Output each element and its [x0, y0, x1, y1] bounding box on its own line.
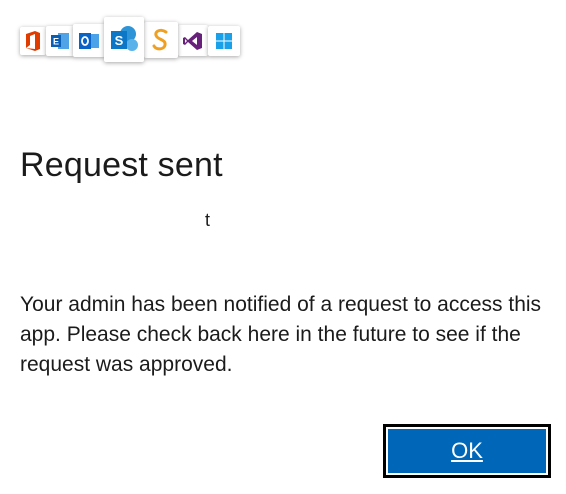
account-name-visible-fragment: t: [205, 210, 211, 230]
page-title: Request sent: [20, 146, 223, 184]
sharepoint-icon: S: [104, 17, 144, 62]
visual-studio-icon: [178, 25, 208, 56]
svg-text:E: E: [53, 37, 59, 47]
windows-icon: [208, 26, 240, 56]
exchange-icon: E: [46, 26, 74, 56]
swagger-icon: [144, 22, 178, 58]
svg-text:S: S: [115, 33, 124, 48]
outlook-icon: [73, 24, 105, 57]
account-email-line: [20, 240, 220, 263]
request-sent-page: E S Request sent t Your admin has been n…: [0, 0, 566, 494]
account-name-line: t: [20, 210, 210, 231]
redacted-text: [20, 240, 220, 258]
ok-button[interactable]: OK: [383, 424, 551, 478]
app-icons-strip: E S: [20, 14, 242, 64]
office-icon: [20, 27, 46, 55]
request-message: Your admin has been notified of a reques…: [20, 293, 542, 376]
